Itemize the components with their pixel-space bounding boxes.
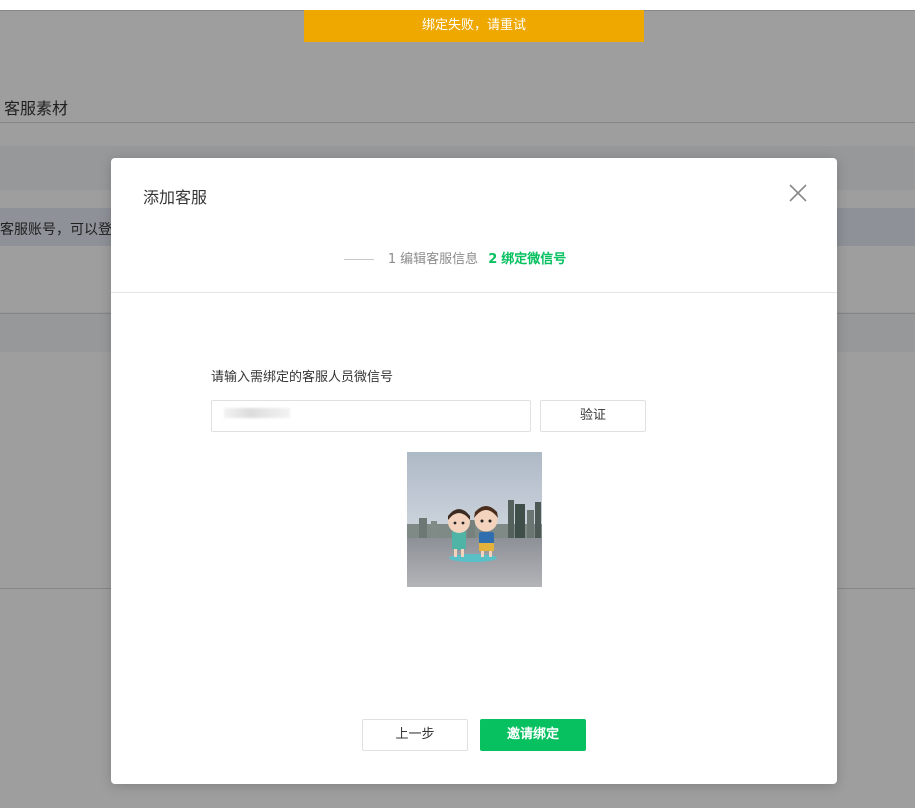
- close-button[interactable]: [787, 182, 809, 204]
- dialog-divider: [111, 292, 837, 293]
- step-2-label: 绑定微信号: [501, 252, 567, 267]
- redacted-value: [224, 408, 290, 418]
- step-1-label: 编辑客服信息: [400, 252, 479, 267]
- invite-bind-button[interactable]: 邀请绑定: [480, 719, 586, 751]
- dialog-title: 添加客服: [143, 188, 208, 207]
- step-indicator: 1 编辑客服信息 2 绑定微信号: [111, 250, 837, 270]
- step-1-number: 1: [387, 252, 397, 267]
- avatar-image: [407, 452, 542, 587]
- step-connector: [343, 259, 374, 260]
- close-icon: [789, 184, 807, 202]
- wechat-input-wrapper: [211, 400, 531, 432]
- verify-button[interactable]: 验证: [540, 400, 646, 432]
- step-1: 1 编辑客服信息: [388, 252, 482, 267]
- error-toast: 绑定失败，请重试: [304, 10, 644, 42]
- step-2-number: 2: [488, 252, 498, 267]
- step-2: 2 绑定微信号: [488, 252, 566, 267]
- avatar: [407, 452, 542, 587]
- previous-step-button[interactable]: 上一步: [362, 719, 468, 751]
- add-service-dialog: 添加客服 1编辑客服信息 2绑定微信号 请输入需绑定的客服人员微信号 验证: [111, 158, 837, 784]
- wechat-field-label: 请输入需绑定的客服人员微信号: [211, 370, 394, 385]
